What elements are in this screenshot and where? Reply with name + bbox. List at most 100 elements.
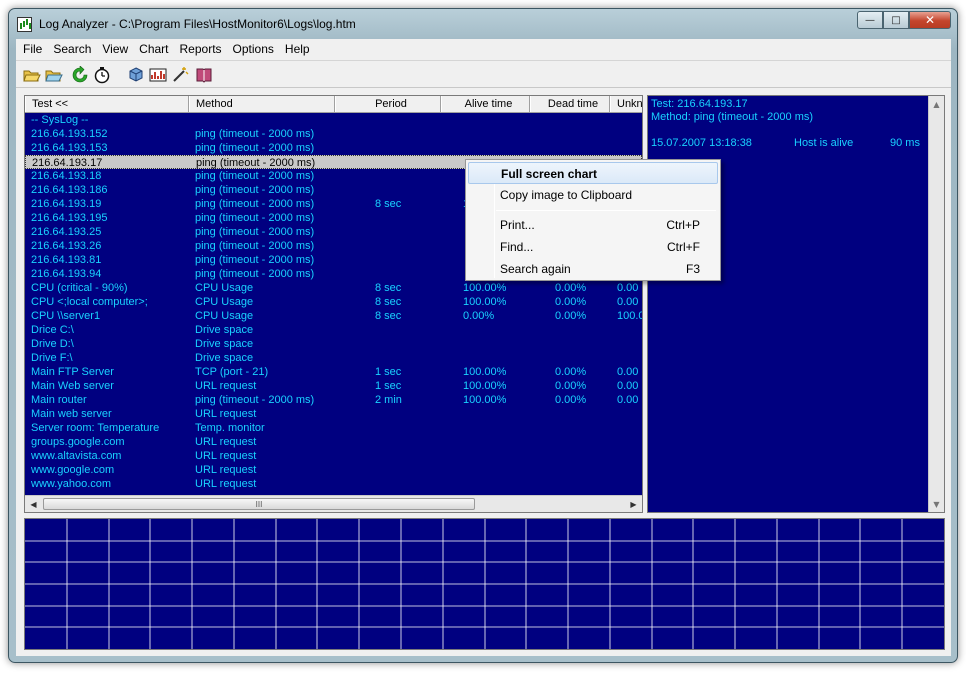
table-row[interactable]: 216.64.193.152 ping (timeout - 2000 ms) [25,127,642,141]
menu-search-again-label: Search again [500,262,571,276]
table-row[interactable]: Drice C:\ Drive space [25,323,642,337]
wand-button[interactable] [170,65,190,85]
cell-alive-time: 100.00% [463,366,507,378]
scroll-down-icon[interactable]: ▼ [929,496,944,512]
cell-test: Main web server [31,408,112,420]
table-row[interactable]: Main router ping (timeout - 2000 ms) 2 min… [25,393,642,407]
cell-method: CPU Usage [195,282,254,294]
book-button[interactable] [194,65,214,85]
timer-icon [94,67,110,84]
cell-test: -- SysLog -- [31,114,89,126]
cell-method: CPU Usage [195,296,254,308]
cell-test: 216.64.193.195 [31,212,108,224]
timer-button[interactable] [92,65,112,85]
scroll-up-icon[interactable]: ▲ [929,96,944,112]
table-row[interactable]: Main FTP Server TCP (port - 21) 1 sec 100.0… [25,365,642,379]
horizontal-scrollbar[interactable]: ◀ III ▶ [25,495,642,512]
menu-find-shortcut: Ctrl+F [667,240,700,254]
cell-dead-time: 0.00% [555,310,587,322]
cell-test: 216.64.193.186 [31,184,108,196]
chart-button[interactable] [148,65,168,85]
table-row[interactable]: Drive D:\ Drive space [25,337,642,351]
menu-search-again[interactable]: Search again F3 [468,258,718,280]
chart-panel[interactable] [24,518,945,650]
cell-unknown: 0.00 [617,282,639,294]
book-icon [196,68,212,83]
menu-copy-image[interactable]: Copy image to Clipboard [468,184,718,206]
column-method[interactable]: Method [189,96,335,112]
menu-find[interactable]: Find... Ctrl+F [468,236,718,258]
title-bar[interactable]: Log Analyzer - C:\Program Files\HostMoni… [9,9,957,39]
cube-icon [129,67,143,82]
table-row[interactable]: www.altavista.com URL request [25,449,642,463]
table-row[interactable]: CPU \\server1 CPU Usage 8 sec 0.00% 0.00% 100… [25,309,642,323]
menu-print[interactable]: Print... Ctrl+P [468,214,718,236]
cell-period: 8 sec [375,282,402,294]
menu-view[interactable]: View [102,39,134,59]
column-dead-time[interactable]: Dead time [530,96,610,112]
app-chart-icon [17,17,32,32]
table-row[interactable]: CPU <;local computer>; CPU Usage 8 sec 100.… [25,295,642,309]
cell-test: groups.google.com [31,436,125,448]
scroll-right-icon[interactable]: ▶ [625,496,642,512]
log-table[interactable]: Test << Method Period Alive time Dead ti… [24,95,643,513]
close-button[interactable]: ✕ [909,11,951,29]
scroll-grip-icon: III [255,499,263,509]
cell-test: www.google.com [31,464,115,476]
menu-full-screen-chart[interactable]: Full screen chart [468,162,718,184]
table-row[interactable]: Server room: Temperature Temp. monitor [25,421,642,435]
table-row[interactable]: 216.64.193.153 ping (timeout - 2000 ms) [25,141,642,155]
menu-chart[interactable]: Chart [139,39,174,59]
column-unknown[interactable]: Unkn [610,96,642,112]
detail-status: Host is alive [794,137,854,149]
cell-unknown: 0.00 [617,380,639,392]
column-period[interactable]: Period [335,96,441,112]
open-button[interactable] [22,65,42,85]
column-alive-time[interactable]: Alive time [441,96,530,112]
menu-help[interactable]: Help [285,39,316,59]
menu-options[interactable]: Options [233,39,280,59]
menu-file[interactable]: File [23,39,48,59]
table-row[interactable]: www.google.com URL request [25,463,642,477]
cell-unknown: 100.0 [617,310,642,322]
menu-search[interactable]: Search [53,39,97,59]
vertical-scrollbar[interactable]: ▲ ▼ [928,96,944,512]
scroll-thumb[interactable]: III [43,498,475,510]
table-row[interactable]: www.yahoo.com URL request [25,477,642,491]
cell-unknown: 0.00 [617,366,639,378]
cell-method: ping (timeout - 2000 ms) [195,198,315,210]
cell-alive-time: 100.00% [463,394,507,406]
cell-test: Main router [31,394,87,406]
chart-grid [25,519,944,649]
cell-test: 216.64.193.17 [32,157,103,169]
table-row[interactable]: Main web server URL request [25,407,642,421]
cube-button[interactable] [126,65,146,85]
cell-alive-time: 100.00% [463,296,507,308]
cell-test: Drive F:\ [31,352,73,364]
table-row[interactable]: groups.google.com URL request [25,435,642,449]
cell-method: ping (timeout - 2000 ms) [195,128,315,140]
detail-timestamp: 15.07.2007 13:18:38 [651,137,752,149]
table-row[interactable]: Drive F:\ Drive space [25,351,642,365]
cell-test: 216.64.193.81 [31,254,102,266]
table-row[interactable]: Main Web server URL request 1 sec 100.00% 0.… [25,379,642,393]
menu-reports[interactable]: Reports [180,39,228,59]
table-row[interactable]: CPU (critical - 90%) CPU Usage 8 sec 100.00… [25,281,642,295]
cell-test: 216.64.193.94 [31,268,102,280]
cell-method: Drive space [195,324,254,336]
window-controls: — □ ✕ [857,11,951,29]
details-panel[interactable]: Test: 216.64.193.17 Method: ping (timeou… [647,95,945,513]
open-folder-button[interactable] [44,65,64,85]
cell-alive-time: 100.00% [463,380,507,392]
table-row[interactable]: -- SysLog -- [25,113,642,127]
cell-dead-time: 0.00% [555,394,587,406]
cell-test: 216.64.193.25 [31,226,102,238]
scroll-left-icon[interactable]: ◀ [25,496,42,512]
maximize-button[interactable]: □ [883,11,909,29]
cell-test: Drive D:\ [31,338,74,350]
column-test[interactable]: Test << [25,96,189,112]
minimize-button[interactable]: — [857,11,883,29]
refresh-button[interactable] [70,65,90,85]
cell-period: 2 min [375,394,402,406]
open-icon [23,70,41,82]
